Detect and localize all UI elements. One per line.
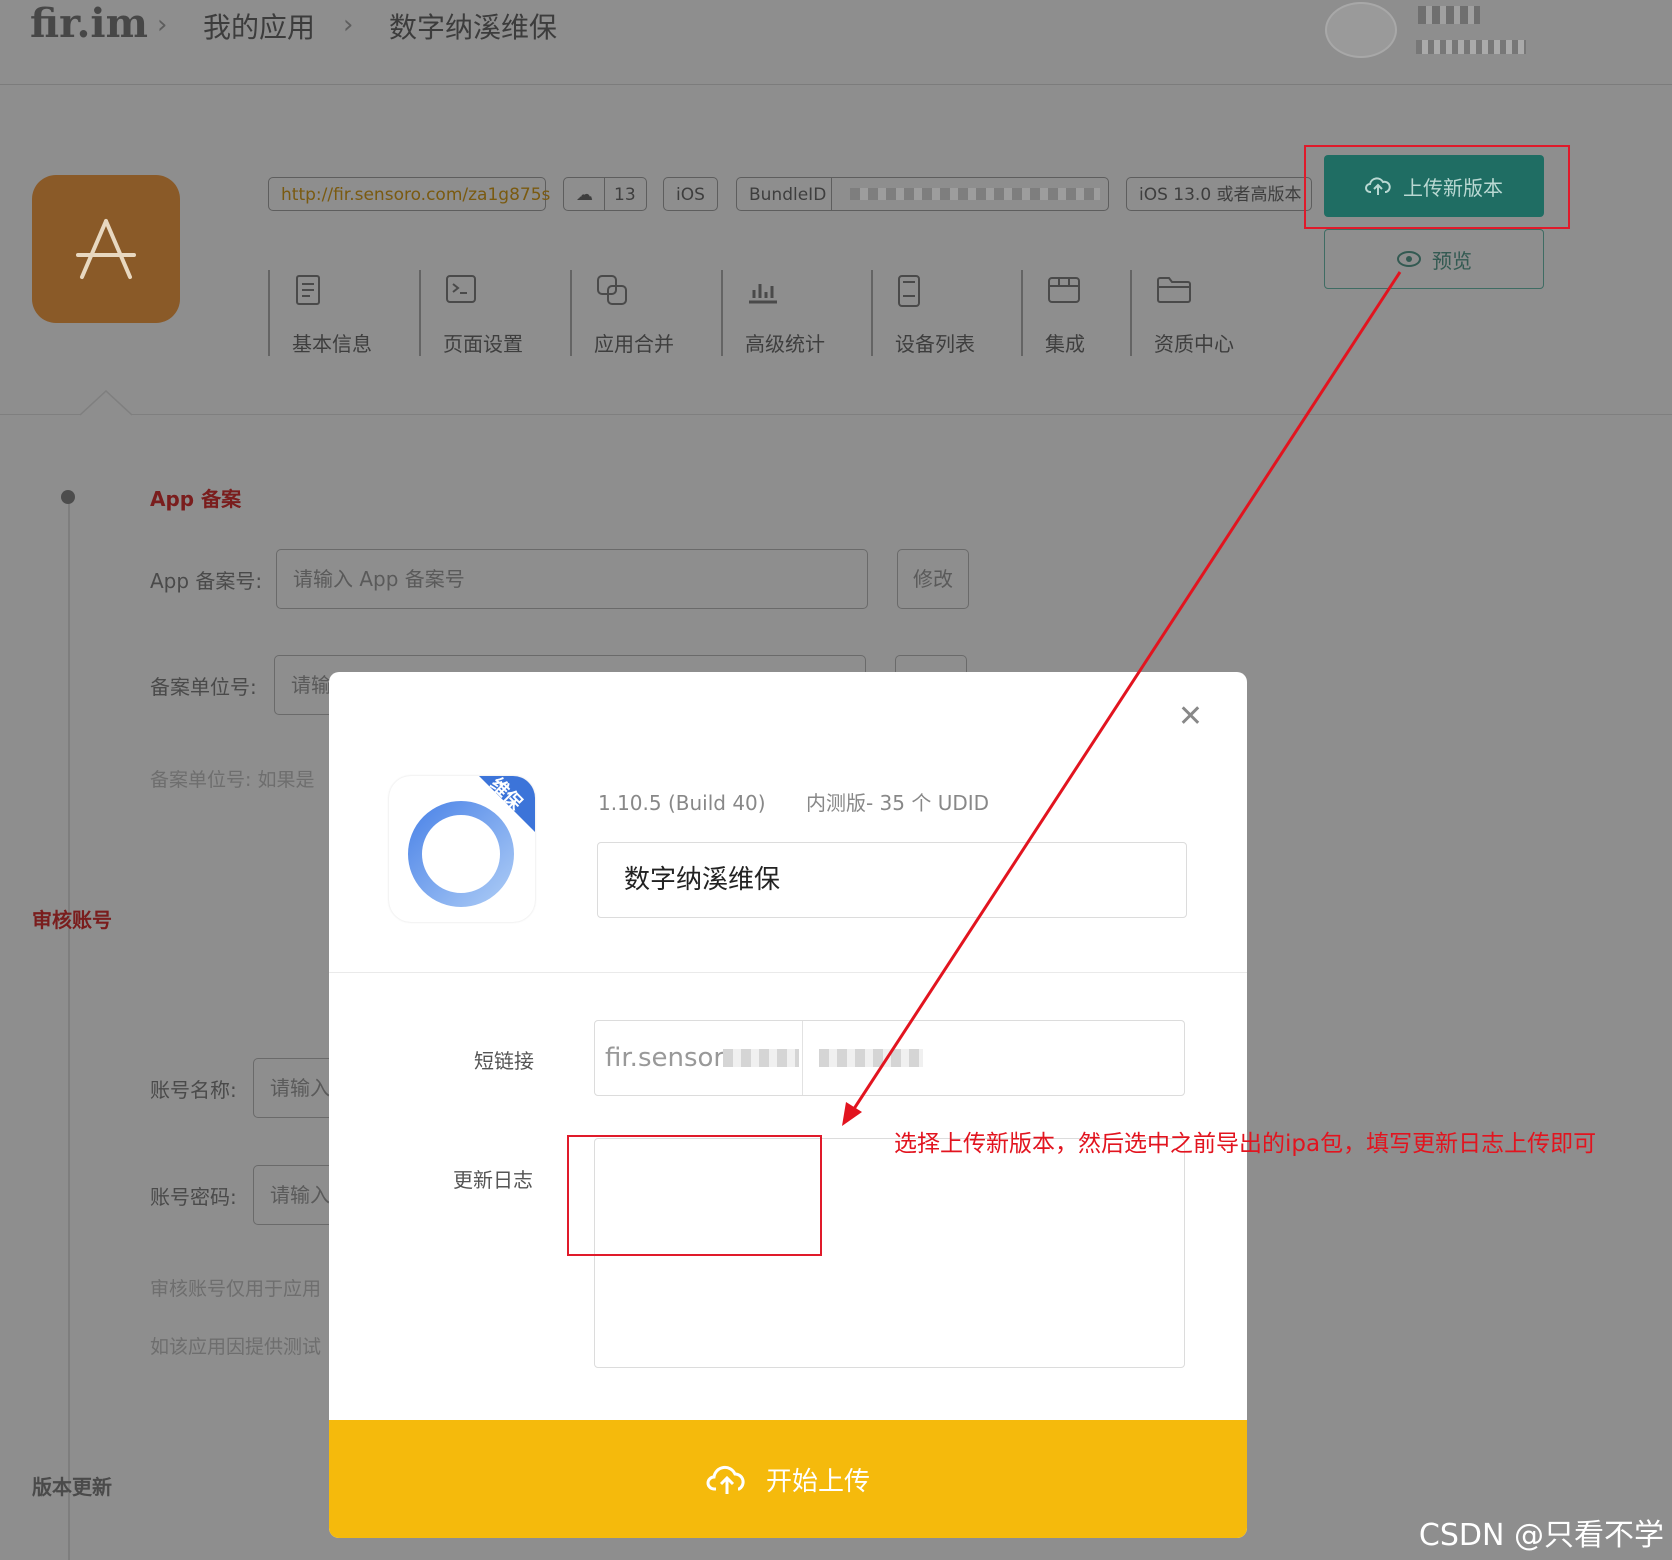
annotation-text: 选择上传新版本，然后选中之前导出的ipa包，填写更新日志上传即可	[894, 1131, 1597, 1157]
csdn-watermark: CSDN @只看不学	[1418, 1518, 1664, 1553]
annotation-arrow	[842, 271, 1402, 1126]
